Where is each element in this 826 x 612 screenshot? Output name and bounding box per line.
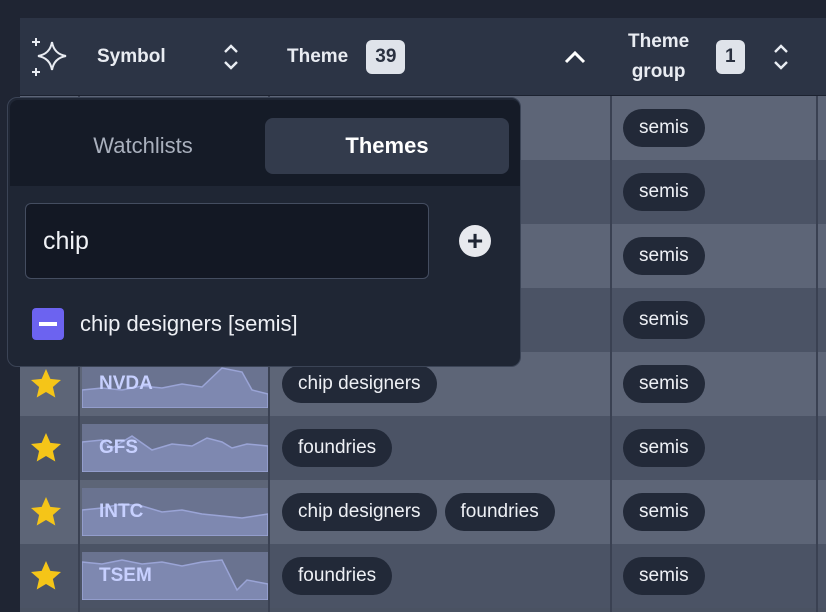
sort-theme-button[interactable] [563,18,587,96]
column-header-theme-group[interactable]: Theme group [628,18,689,96]
theme-search-input[interactable]: chip [25,203,429,279]
table-row[interactable]: TSEM foundries semis [20,544,826,608]
add-theme-button[interactable]: + [459,225,491,257]
popup-tabs: Watchlists Themes [10,100,520,186]
table-row[interactable]: GFS foundries semis [20,416,826,480]
column-header-symbol[interactable]: Symbol [97,18,166,96]
theme-group-count: 1 [716,18,745,96]
theme-group-cell: semis [623,96,713,160]
theme-pill[interactable]: chip designers [282,493,437,531]
column-header-theme[interactable]: Theme 39 [287,18,406,96]
theme-cell: foundries [282,544,400,608]
theme-group-cell: semis [623,352,713,416]
column-header-label: group [631,61,686,82]
plus-icon: + [466,225,484,256]
favorite-toggle[interactable] [28,544,64,608]
theme-result-label: chip designers [semis] [80,311,298,336]
favorite-toggle[interactable] [28,416,64,480]
theme-pill[interactable]: foundries [282,557,393,595]
theme-group-cell: semis [623,416,713,480]
theme-pill[interactable]: foundries [282,429,393,467]
table-row[interactable]: INTC chip designers foundries semis [20,480,826,544]
theme-group-cell: semis [623,480,713,544]
sort-icon [774,44,788,70]
sort-symbol-button[interactable] [222,18,240,96]
indeterminate-checkbox[interactable] [32,308,64,340]
column-header-label: Symbol [97,46,166,67]
star-icon [31,433,61,462]
theme-group-pill[interactable]: semis [623,557,705,595]
theme-group-pill[interactable]: semis [623,237,705,275]
ai-button[interactable] [30,18,70,96]
symbol-ticker[interactable]: GFS [99,416,138,480]
theme-group-pill[interactable]: semis [623,429,705,467]
count-badge: 39 [366,40,406,74]
sort-theme-group-button[interactable] [772,18,790,96]
theme-group-pill[interactable]: semis [623,173,705,211]
theme-group-cell: semis [623,224,713,288]
theme-result-item[interactable]: chip designers [semis] [32,308,298,340]
tab-label: Themes [345,133,429,158]
star-icon [31,561,61,590]
theme-cell: chip designers foundries [282,480,563,544]
tab-watchlists[interactable]: Watchlists [20,118,266,174]
theme-group-pill[interactable]: semis [623,365,705,403]
column-divider [816,18,818,612]
sort-icon [224,44,238,70]
theme-cell: foundries [282,416,400,480]
column-header-label: Theme [628,31,690,52]
search-value: chip [43,226,89,255]
symbol-ticker[interactable]: TSEM [99,544,152,608]
theme-group-cell: semis [623,544,713,608]
column-header-label: Theme [287,46,349,67]
star-icon [31,497,61,526]
theme-pill[interactable]: chip designers [282,365,437,403]
theme-group-pill[interactable]: semis [623,493,705,531]
sparkles-icon [32,38,67,76]
column-divider [610,18,612,612]
count-badge: 1 [716,40,745,74]
symbol-ticker[interactable]: INTC [99,480,143,544]
theme-group-cell: semis [623,160,713,224]
app-root: semis semis semis semis NVDA chip designers se… [0,0,826,612]
theme-pill[interactable]: foundries [444,493,555,531]
tab-themes[interactable]: Themes [265,118,509,174]
grid-header: Symbol Theme 39 Theme group 1 [20,18,826,96]
theme-group-pill[interactable]: semis [623,301,705,339]
theme-group-cell: semis [623,288,713,352]
theme-group-pill[interactable]: semis [623,109,705,147]
favorite-toggle[interactable] [28,480,64,544]
star-icon [31,369,61,398]
sort-ascending-icon [564,50,586,64]
theme-picker-popup: Watchlists Themes chip + chip designers … [7,97,521,367]
tab-label: Watchlists [93,133,193,158]
